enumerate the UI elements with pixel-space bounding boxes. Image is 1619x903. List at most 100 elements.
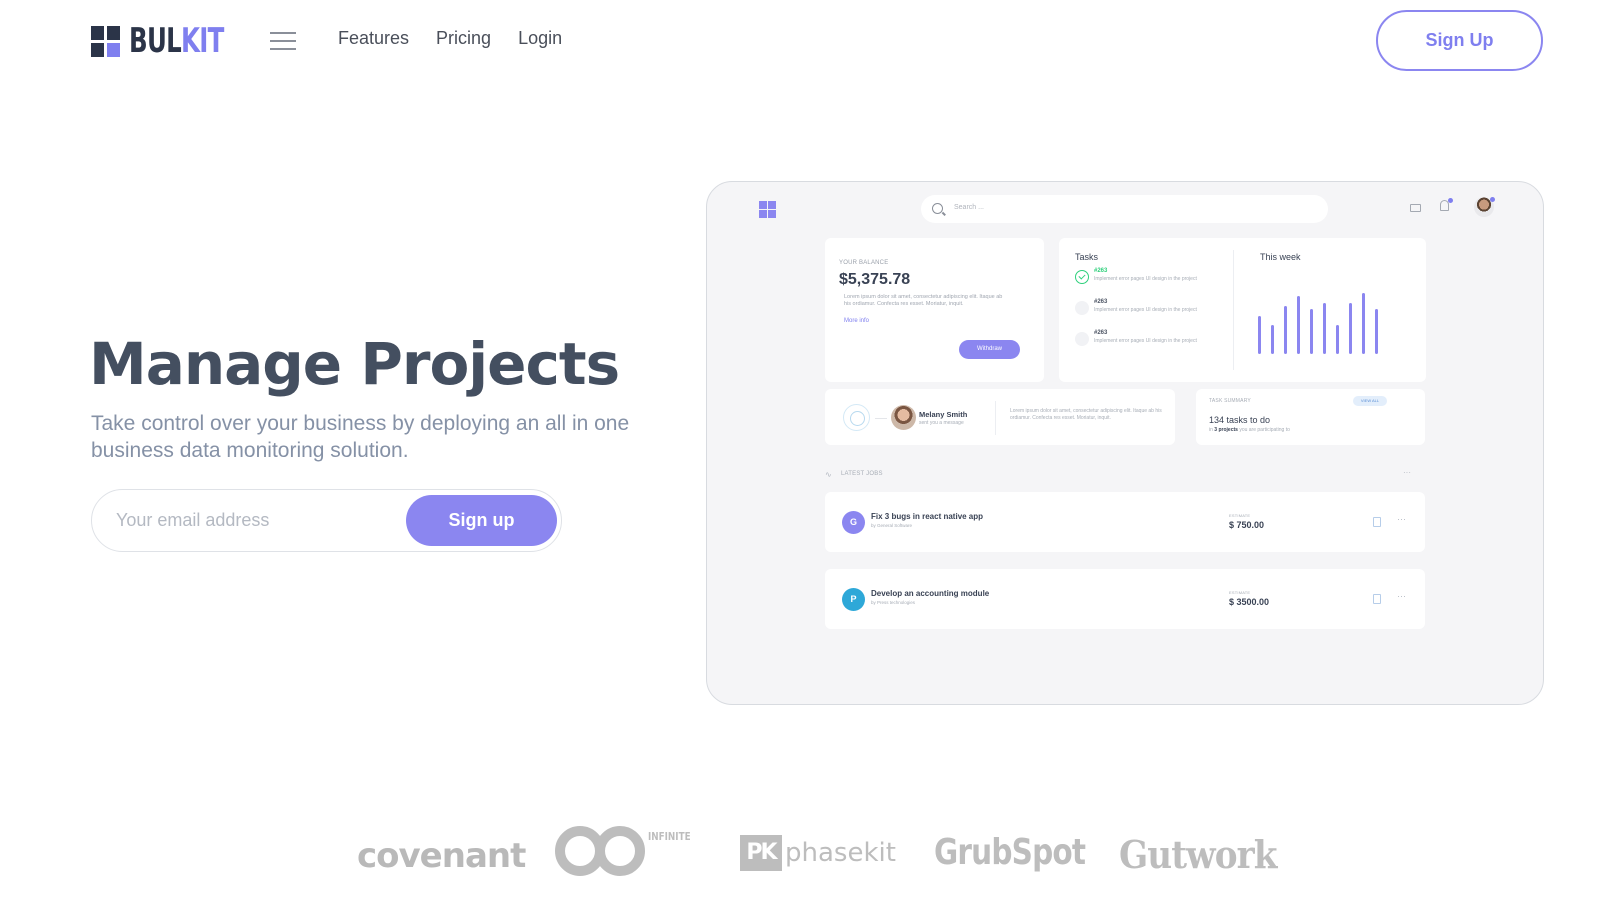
task-summary-sub-suffix: you are participating to (1239, 427, 1290, 433)
week-bar (1375, 309, 1378, 354)
more-icon: ··· (1403, 468, 1411, 477)
task-item: #263 Implement error pages UI design in … (1075, 330, 1225, 358)
notification-dot (1448, 198, 1453, 203)
sender-sub: sent you a message (919, 420, 964, 426)
task-summary-sub-prefix: in (1209, 427, 1213, 433)
task-summary-headline: 134 tasks to do (1209, 415, 1271, 425)
job-estimate-label: ESTIMATE (1229, 513, 1251, 518)
week-bar (1310, 309, 1313, 354)
task-desc: Implement error pages UI design in the p… (1094, 307, 1197, 313)
task-summary-projects: 3 projects (1214, 427, 1238, 433)
message-text: Lorem ipsum dolor sit amet, consectetur … (1010, 408, 1162, 421)
covenant-logo: covenant (357, 836, 526, 876)
week-bar (1336, 325, 1339, 354)
sender-avatar (891, 405, 916, 430)
view-all-badge: VIEW ALL (1353, 396, 1387, 406)
brand-mark-icon (91, 25, 120, 57)
nav-link-login[interactable]: Login (518, 28, 562, 49)
job-title: Fix 3 bugs in react native app (871, 512, 984, 521)
job-company: by Press technologies (871, 600, 916, 605)
sender-name: Melany Smith (919, 410, 968, 419)
job-estimate-label: ESTIMATE (1229, 590, 1251, 595)
job-row: G Fix 3 bugs in react native app by Gene… (825, 492, 1425, 552)
check-circle-icon (1075, 332, 1089, 346)
nav-link-pricing[interactable]: Pricing (436, 28, 491, 49)
message-card: Melany Smith sent you a message Lorem ip… (825, 389, 1175, 445)
week-bar (1284, 306, 1287, 354)
week-bar (1323, 303, 1326, 354)
latest-jobs-label: LATEST JOBS (841, 471, 883, 477)
pulse-icon: ∿ (825, 470, 832, 479)
task-summary-label: TASK SUMMARY (1209, 398, 1251, 404)
phasekit-logo: PK phasekit (740, 835, 896, 871)
check-circle-icon (1075, 301, 1089, 315)
brand-name-part2: KIT (180, 21, 224, 61)
job-avatar: P (842, 588, 865, 611)
more-icon: ··· (1397, 514, 1406, 524)
task-desc: Implement error pages UI design in the p… (1094, 276, 1197, 282)
week-bar (1271, 325, 1274, 354)
task-id: #263 (1094, 330, 1108, 336)
job-title: Develop an accounting module (871, 589, 990, 598)
balance-card: YOUR BALANCE $5,375.78 Lorem ipsum dolor… (825, 238, 1044, 382)
dashboard-search: Search ... (921, 195, 1328, 223)
card-divider (1233, 250, 1234, 370)
nav-link-features[interactable]: Features (338, 28, 409, 49)
week-bar (1297, 296, 1300, 354)
task-id: #263 (1094, 299, 1108, 305)
task-item: #263 Implement error pages UI design in … (1075, 299, 1225, 327)
navbar: BUL KIT Features Pricing Login Sign Up (0, 0, 1619, 80)
job-avatar: G (842, 511, 865, 534)
infinity-loop-right (595, 826, 645, 876)
email-signup-form: Sign up (91, 489, 562, 552)
signup-button[interactable]: Sign Up (1376, 10, 1543, 71)
brand-name: BUL KIT (129, 24, 224, 58)
document-icon (1373, 517, 1381, 527)
document-icon (1373, 594, 1381, 604)
tasks-card: Tasks #263 Implement error pages UI desi… (1059, 238, 1426, 382)
brand-logo[interactable]: BUL KIT (91, 24, 260, 58)
hero-title: Manage Projects (89, 330, 620, 398)
hamburger-icon[interactable] (270, 32, 296, 50)
check-circle-icon (1075, 270, 1089, 284)
task-summary-card: TASK SUMMARY VIEW ALL 134 tasks to do in… (1196, 389, 1425, 445)
task-item: #263 Implement error pages UI design in … (1075, 268, 1225, 296)
dashboard-logo-icon (759, 201, 776, 218)
phasekit-mark: PK (740, 835, 782, 871)
task-summary-sub: in 3 projects you are participating to (1209, 427, 1290, 433)
connector-line (875, 418, 887, 419)
dashboard-mockup: Search ... YOUR BALANCE $5,375.78 Lorem … (706, 181, 1544, 705)
mail-icon (1410, 204, 1421, 212)
avatar-status-dot (1490, 197, 1495, 202)
message-ring-icon (843, 404, 870, 431)
email-signup-button[interactable]: Sign up (406, 495, 557, 546)
grubspot-logo: GrubSpot (934, 832, 1086, 873)
balance-more-link: More info (844, 318, 870, 324)
week-bar (1362, 293, 1365, 354)
withdraw-button: Withdraw (959, 340, 1020, 359)
balance-text: Lorem ipsum dolor sit amet, consectetur … (844, 294, 1003, 307)
this-week-bar-chart (1258, 290, 1388, 354)
this-week-title: This week (1260, 252, 1301, 262)
nav-links: Features Pricing Login (338, 28, 562, 49)
week-bar (1349, 303, 1352, 354)
latest-jobs-header: ∿ LATEST JOBS ··· (825, 468, 1425, 481)
email-input[interactable] (116, 490, 396, 551)
job-row: P Develop an accounting module by Press … (825, 569, 1425, 629)
tasks-title: Tasks (1075, 252, 1099, 262)
job-estimate: $ 750.00 (1229, 520, 1265, 530)
balance-label: YOUR BALANCE (839, 260, 889, 266)
job-company: by General Software (871, 523, 913, 528)
dashboard-search-placeholder: Search ... (954, 204, 984, 211)
week-bar (1258, 316, 1261, 354)
task-id: #263 (1094, 268, 1108, 274)
infinite-logo-text: INFINITE (648, 830, 691, 843)
brand-name-part1: BUL (129, 21, 182, 61)
phasekit-name: phasekit (785, 838, 896, 868)
gutwork-logo: Gutwork (1119, 832, 1277, 877)
hero-subtitle: Take control over your business by deplo… (91, 412, 630, 462)
job-estimate: $ 3500.00 (1229, 597, 1270, 607)
balance-amount: $5,375.78 (839, 271, 911, 288)
infinite-logo: INFINITE (555, 826, 695, 882)
search-icon (932, 203, 943, 214)
